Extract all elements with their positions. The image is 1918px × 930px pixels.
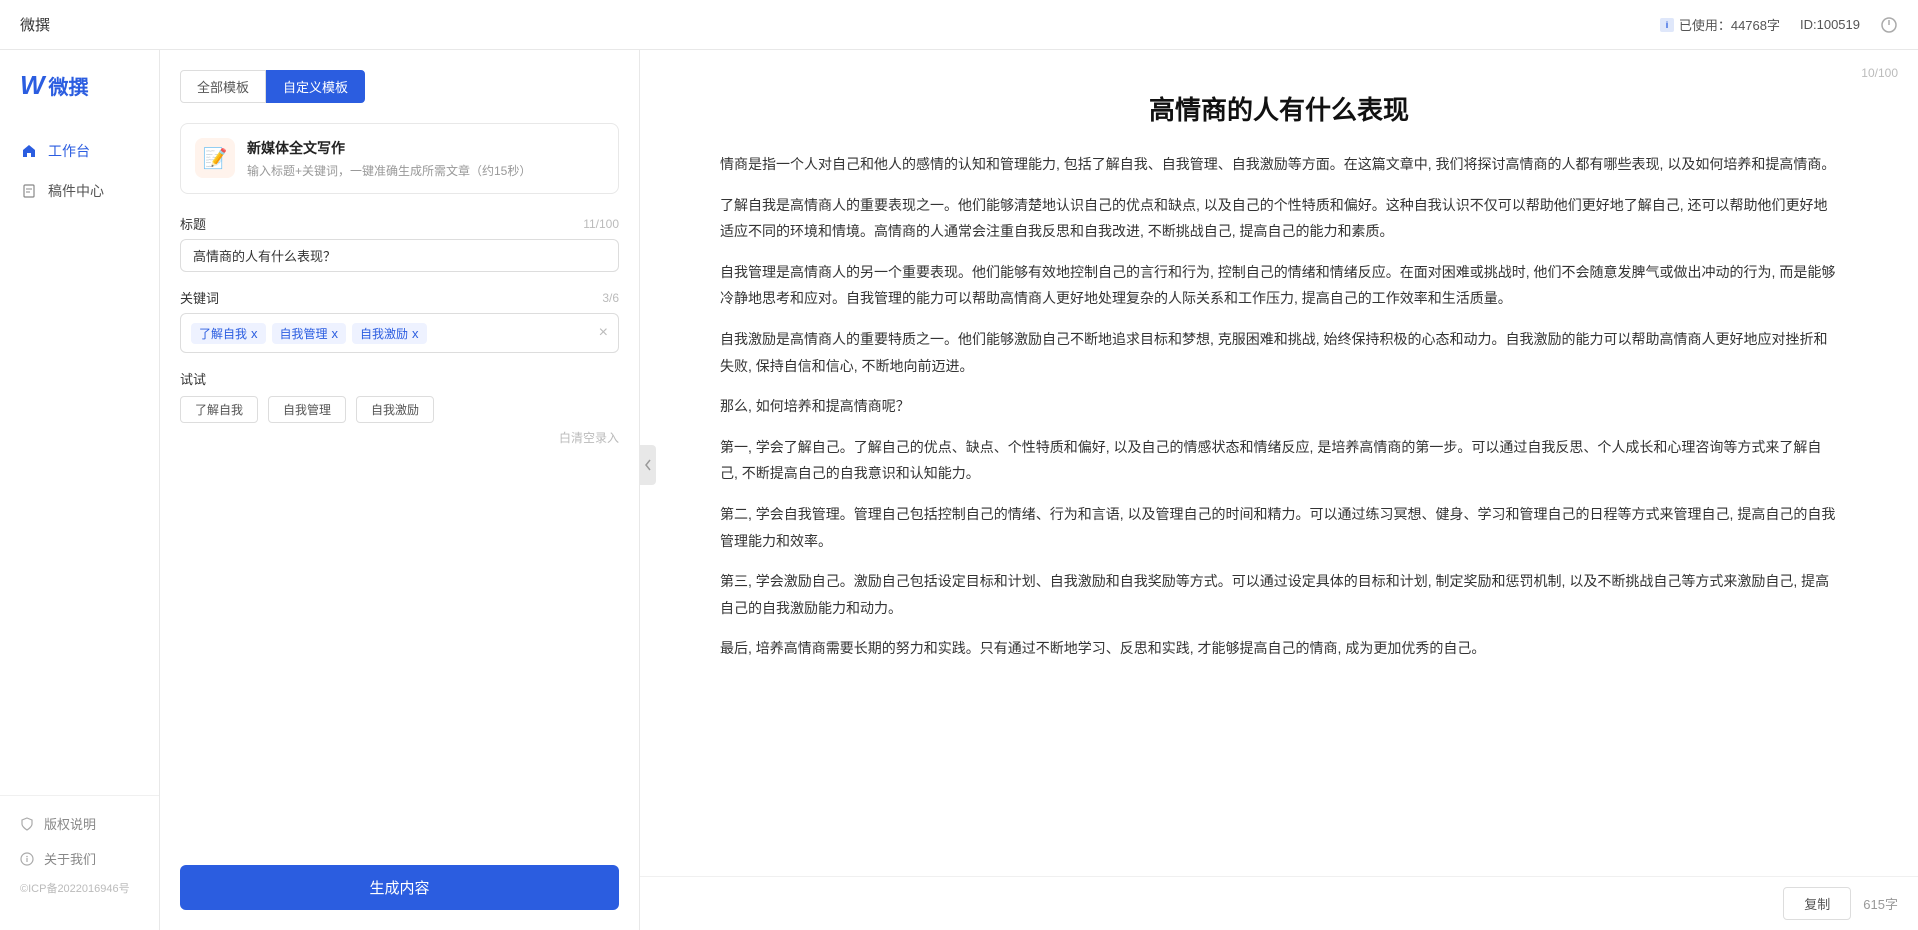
template-card[interactable]: 📝 新媒体全文写作 输入标题+关键词，一键准确生成所需文章（约15秒） (180, 123, 619, 194)
logo-name: 微撰 (49, 71, 89, 100)
header-right: i 已使用：44768字 ID:100519 (1659, 15, 1898, 34)
suggestion-chip-3[interactable]: 自我激励 (356, 396, 434, 423)
template-desc: 输入标题+关键词，一键准确生成所需文章（约15秒） (247, 162, 531, 179)
sidebar-label-workbench: 工作台 (48, 141, 90, 161)
content-scroll: 10/100 高情商的人有什么表现 情商是指一个人对自己和他人的感情的认知和管理… (640, 50, 1918, 876)
para-5: 那么, 如何培养和提高情商呢？ (720, 393, 1838, 420)
file-icon (20, 182, 38, 200)
suggestion-chip-1[interactable]: 了解自我 (180, 396, 258, 423)
clear-btn[interactable]: 白清空录入 (180, 429, 619, 446)
keyword-text-3: 自我激励 (360, 325, 408, 342)
title-count: 11/100 (583, 217, 619, 231)
keywords-label-row: 关键词 3/6 (180, 288, 619, 307)
sidebar-item-copyright[interactable]: 版权说明 (0, 806, 159, 841)
keywords-label: 关键词 (180, 288, 219, 307)
content-title: 高情商的人有什么表现 (720, 90, 1838, 127)
para-3: 自我管理是高情商人的另一个重要表现。他们能够有效地控制自己的言行和行为, 控制自… (720, 259, 1838, 312)
content-counter: 10/100 (1861, 66, 1898, 80)
about-icon (20, 852, 34, 866)
keywords-clear-icon[interactable]: × (599, 324, 608, 342)
sidebar-nav: 工作台 稿件中心 (0, 131, 159, 795)
template-icon: 📝 (195, 138, 235, 178)
center-panel: 全部模板 自定义模板 📝 新媒体全文写作 输入标题+关键词，一键准确生成所需文章… (160, 50, 640, 930)
keyword-remove-1[interactable]: x (251, 326, 258, 341)
header-left: 微撰 (20, 14, 50, 35)
sidebar: W 微撰 工作台 稿件中心 版权说明 (0, 50, 160, 930)
used-info: i 已使用：44768字 (1659, 15, 1780, 34)
title-label-row: 标题 11/100 (180, 214, 619, 233)
content-footer: 复制 615字 (640, 876, 1918, 930)
sidebar-item-drafts[interactable]: 稿件中心 (0, 171, 159, 211)
para-9: 最后, 培养高情商需要长期的努力和实践。只有通过不断地学习、反思和实践, 才能够… (720, 635, 1838, 662)
content-body: 情商是指一个人对自己和他人的感情的认知和管理能力, 包括了解自我、自我管理、自我… (720, 151, 1838, 662)
shield-icon (20, 817, 34, 831)
keyword-tag-3: 自我激励 x (352, 323, 427, 344)
sidebar-bottom: 版权说明 关于我们 ©ICP备2022016946号 (0, 795, 159, 910)
keywords-section: 关键词 3/6 了解自我 x 自我管理 x 自我激励 x × (180, 288, 619, 353)
template-name: 新媒体全文写作 (247, 138, 531, 158)
template-info: 新媒体全文写作 输入标题+关键词，一键准确生成所需文章（约15秒） (247, 138, 531, 179)
para-2: 了解自我是高情商人的重要表现之一。他们能够清楚地认识自己的优点和缺点, 以及自己… (720, 192, 1838, 245)
keywords-count: 3/6 (602, 291, 619, 305)
para-8: 第三, 学会激励自己。激励自己包括设定目标和计划、自我激励和自我奖励等方式。可以… (720, 568, 1838, 621)
sidebar-label-drafts: 稿件中心 (48, 181, 104, 201)
logo: W 微撰 (0, 70, 159, 131)
para-7: 第二, 学会自我管理。管理自己包括控制自己的情绪、行为和言语, 以及管理自己的时… (720, 501, 1838, 554)
tab-all[interactable]: 全部模板 (180, 70, 266, 103)
title-input[interactable] (180, 239, 619, 272)
header-title: 微撰 (20, 14, 50, 35)
copyright-label: 版权说明 (44, 814, 96, 833)
title-section: 标题 11/100 (180, 214, 619, 272)
svg-text:i: i (1666, 20, 1669, 30)
copy-button[interactable]: 复制 (1783, 887, 1851, 920)
sidebar-item-workbench[interactable]: 工作台 (0, 131, 159, 171)
keyword-tag-2: 自我管理 x (272, 323, 347, 344)
icp-text: ©ICP备2022016946号 (0, 876, 159, 900)
suggestions-row: 了解自我 自我管理 自我激励 (180, 396, 619, 423)
info-icon: i (1659, 17, 1675, 33)
keyword-text-1: 了解自我 (199, 325, 247, 342)
suggestions-section: 试试 了解自我 自我管理 自我激励 白清空录入 (180, 369, 619, 446)
tab-bar: 全部模板 自定义模板 (180, 70, 619, 103)
used-label: 已使用：44768字 (1679, 15, 1780, 34)
collapse-arrow[interactable] (640, 445, 656, 485)
para-1: 情商是指一个人对自己和他人的感情的认知和管理能力, 包括了解自我、自我管理、自我… (720, 151, 1838, 178)
content-panel: 10/100 高情商的人有什么表现 情商是指一个人对自己和他人的感情的认知和管理… (640, 50, 1918, 930)
generate-button[interactable]: 生成内容 (180, 865, 619, 910)
suggestion-chip-2[interactable]: 自我管理 (268, 396, 346, 423)
suggestions-label: 试试 (180, 369, 619, 388)
title-label: 标题 (180, 214, 206, 233)
keywords-box[interactable]: 了解自我 x 自我管理 x 自我激励 x × (180, 313, 619, 353)
power-icon[interactable] (1880, 16, 1898, 34)
header: 微撰 i 已使用：44768字 ID:100519 (0, 0, 1918, 50)
word-count: 615字 (1863, 894, 1898, 913)
para-4: 自我激励是高情商人的重要特质之一。他们能够激励自己不断地追求目标和梦想, 克服困… (720, 326, 1838, 379)
logo-w: W (20, 70, 45, 101)
para-6: 第一, 学会了解自己。了解自己的优点、缺点、个性特质和偏好, 以及自己的情感状态… (720, 434, 1838, 487)
about-label: 关于我们 (44, 849, 96, 868)
sidebar-item-about[interactable]: 关于我们 (0, 841, 159, 876)
id-label: ID:100519 (1800, 17, 1860, 32)
keyword-tag-1: 了解自我 x (191, 323, 266, 344)
keyword-text-2: 自我管理 (280, 325, 328, 342)
tab-custom[interactable]: 自定义模板 (266, 70, 365, 103)
keyword-remove-3[interactable]: x (412, 326, 419, 341)
home-icon (20, 142, 38, 160)
keyword-remove-2[interactable]: x (332, 326, 339, 341)
